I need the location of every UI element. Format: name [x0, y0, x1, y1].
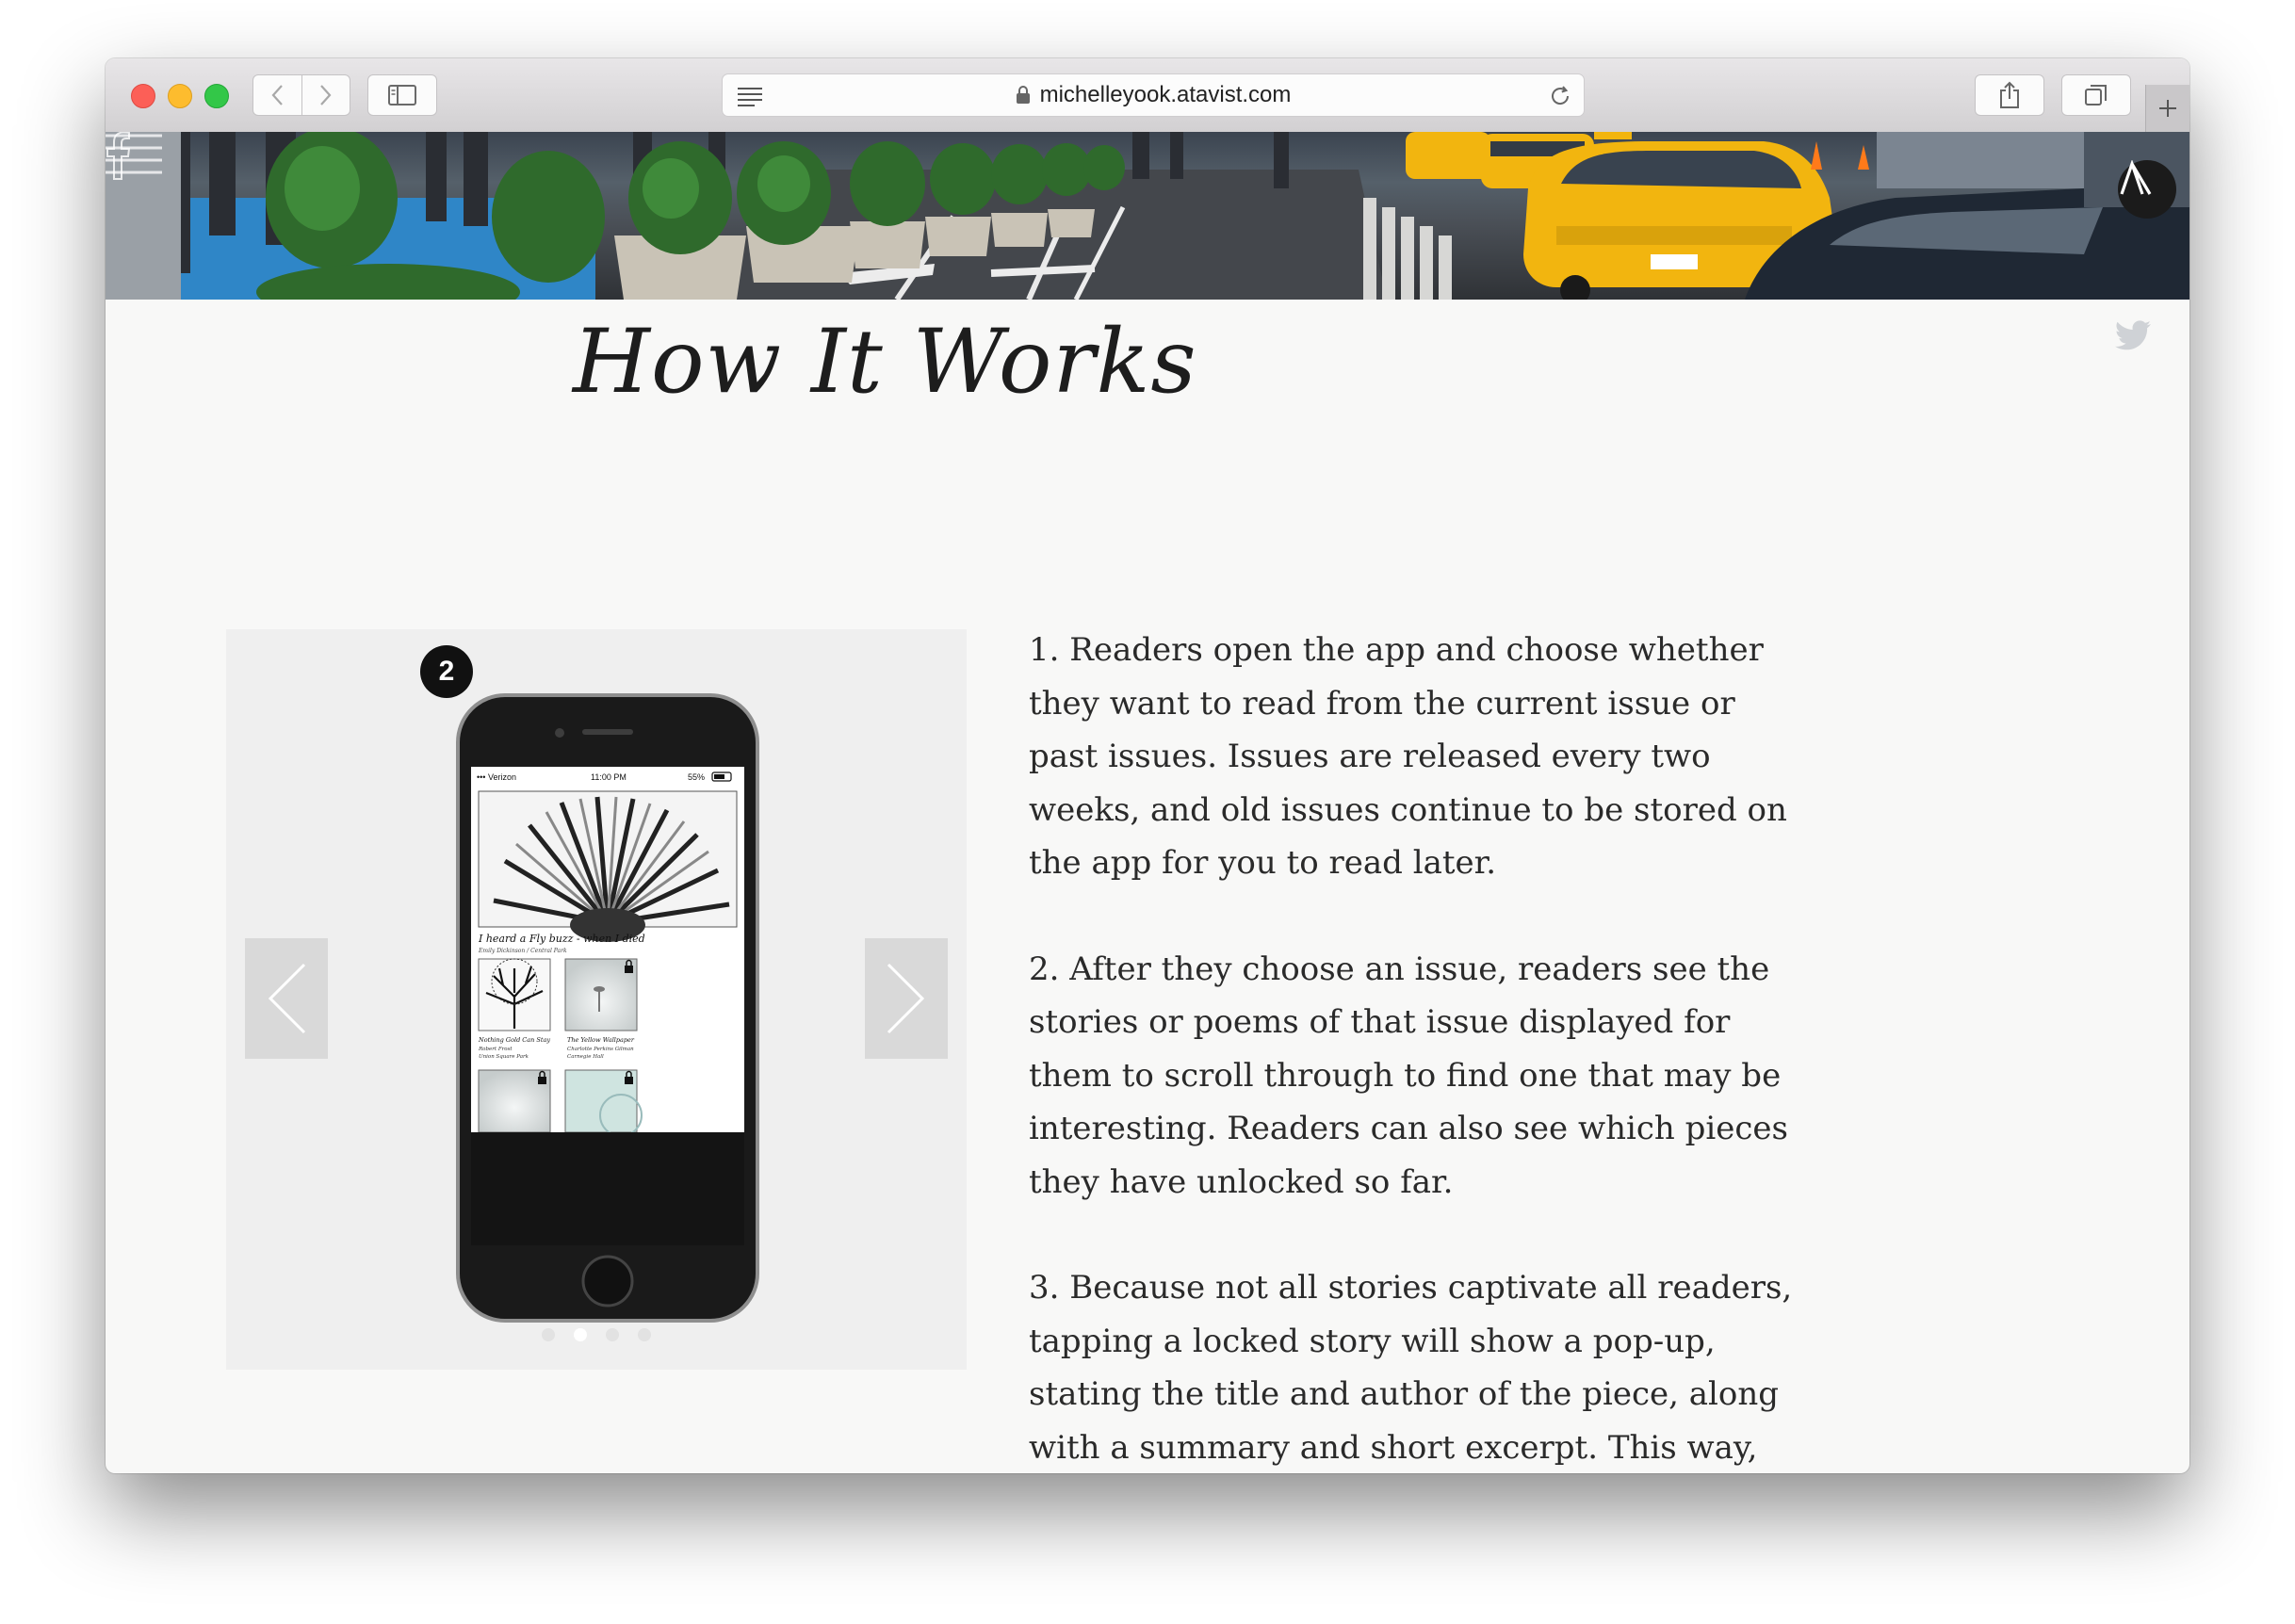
lock-icon [1016, 86, 1030, 104]
new-tab-button[interactable] [2145, 85, 2189, 132]
screenshot-carousel: 2 ••• Verizon 11:00 PM 55% I heard a Fly… [226, 629, 967, 1370]
lock-icon [538, 1077, 546, 1084]
forward-button[interactable] [301, 75, 350, 115]
step-2-paragraph: 2. After they choose an issue, readers s… [1029, 950, 1788, 1201]
address-bar[interactable]: michelleyook.atavist.com [722, 73, 1585, 117]
url-display: michelleyook.atavist.com [723, 74, 1584, 116]
tile-1-title: Nothing Gold Can Stay [478, 1036, 550, 1044]
phone-time-text: 11:00 PM [591, 772, 627, 782]
header-banner-image [106, 132, 2189, 300]
twitter-icon[interactable] [2114, 320, 2152, 352]
chevron-right-icon [319, 85, 332, 106]
tile-1-author: Robert Frost [478, 1047, 513, 1052]
tile-2-title: The Yellow Wallpaper [567, 1036, 635, 1044]
atavist-logo-icon [2120, 160, 2152, 195]
lock-icon [625, 1077, 633, 1084]
carousel-next-button[interactable] [865, 938, 948, 1059]
street-scene-illustration [106, 132, 2189, 300]
navigation-buttons [252, 74, 350, 116]
step-3-paragraph: 3. Because not all stories captivate all… [1029, 1269, 1793, 1467]
iphone-mockup: ••• Verizon 11:00 PM 55% I heard a Fly b… [456, 693, 759, 1323]
carousel-dot[interactable] [638, 1328, 651, 1341]
lock-icon [625, 966, 633, 973]
plus-icon [2159, 100, 2176, 117]
reload-icon[interactable] [1548, 84, 1572, 108]
tabs-icon [2085, 85, 2107, 106]
tabs-overview-button[interactable] [2061, 74, 2131, 116]
tile-2-author: Charlotte Perkins Gilman [567, 1047, 634, 1052]
carousel-pagination [226, 1328, 967, 1347]
share-button[interactable] [1975, 74, 2044, 116]
minimize-window-button[interactable] [168, 84, 192, 108]
atavist-logo-button[interactable] [2118, 160, 2176, 219]
step-1-paragraph: 1. Readers open the app and choose wheth… [1029, 631, 1787, 882]
tile-1-place: Union Square Park [479, 1054, 529, 1060]
zoom-window-button[interactable] [204, 84, 229, 108]
chevron-left-icon [268, 963, 306, 1034]
facebook-icon[interactable] [106, 132, 130, 181]
featured-poem-image [478, 790, 738, 942]
featured-title-text: I heard a Fly buzz - when I died [478, 933, 645, 945]
close-window-button[interactable] [131, 84, 155, 108]
browser-window: michelleyook.atavist.com How It Works 2 … [106, 58, 2189, 1473]
featured-subtitle-text: Emily Dickinson / Central Park [478, 948, 567, 954]
sidebar-button[interactable] [367, 74, 437, 116]
step-number-badge: 2 [420, 645, 473, 698]
carousel-prev-button[interactable] [245, 938, 328, 1059]
carousel-dot-active[interactable] [574, 1328, 587, 1341]
carousel-dot[interactable] [542, 1328, 555, 1341]
share-icon [2000, 81, 2019, 108]
tile-2-place: Carnegie Hall [567, 1054, 604, 1060]
how-it-works-text: 1. Readers open the app and choose wheth… [1029, 624, 1801, 1473]
sidebar-icon [388, 85, 416, 106]
browser-toolbar: michelleyook.atavist.com [106, 58, 2189, 133]
page-title: How It Works [573, 311, 1197, 414]
phone-carrier-text: ••• Verizon [477, 772, 516, 782]
url-text: michelleyook.atavist.com [1039, 82, 1292, 107]
chevron-right-icon [887, 963, 925, 1034]
chevron-left-icon [271, 85, 284, 106]
phone-battery-text: 55% [688, 772, 705, 782]
carousel-dot[interactable] [606, 1328, 619, 1341]
back-button[interactable] [253, 75, 301, 115]
